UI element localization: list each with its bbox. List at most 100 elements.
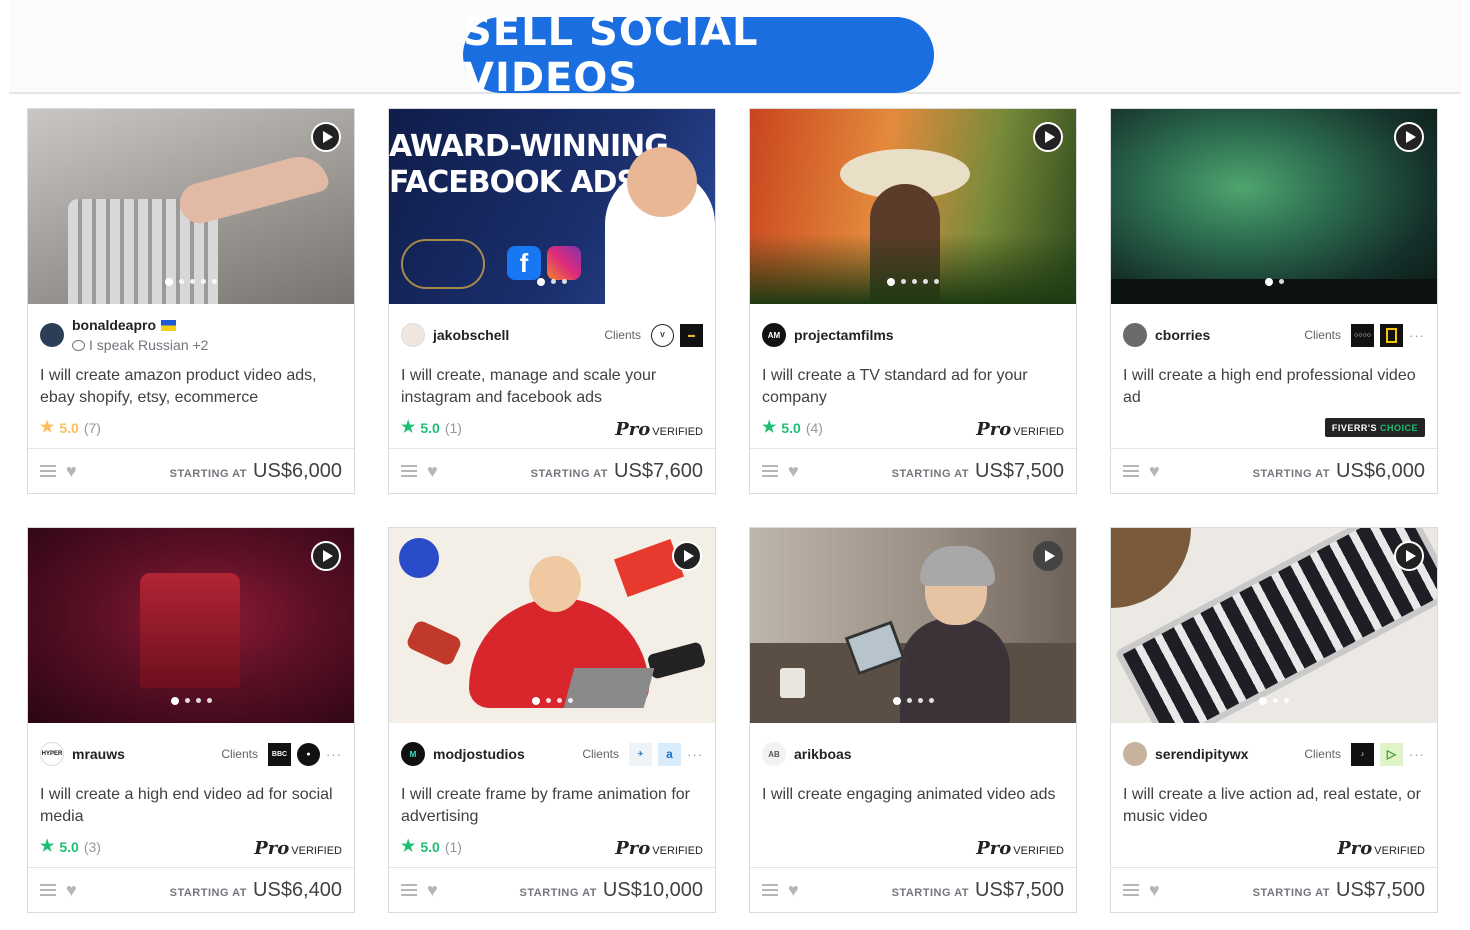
carousel-dots[interactable] [1111,278,1437,286]
carousel-dots[interactable] [28,278,354,286]
gig-title[interactable]: I will create a high end video ad for so… [40,784,342,828]
seller-name[interactable]: modjostudios [433,746,525,762]
heart-icon[interactable]: ♥ [66,462,77,480]
gig-card[interactable]: M modjostudios Clients ✈ a ··· I will cr… [388,527,716,913]
price[interactable]: STARTING AT US$7,600 [531,460,703,483]
gig-card[interactable]: HYPER mrauws Clients BBC ● ··· I will cr… [27,527,355,913]
gig-thumbnail[interactable] [750,528,1076,723]
price[interactable]: STARTING AT US$7,500 [1253,879,1425,902]
price[interactable]: STARTING AT US$6,000 [1253,460,1425,483]
gig-title[interactable]: I will create a live action ad, real est… [1123,784,1425,828]
carousel-dots[interactable] [750,278,1076,286]
gig-thumbnail[interactable] [1111,109,1437,304]
play-icon[interactable] [1394,541,1424,571]
gig-card[interactable]: AWARD-WINNING FACEBOOK ADS f jakobschell… [388,108,716,494]
avatar[interactable]: AB [762,742,786,766]
gig-card[interactable]: cborries Clients ○○○○ ··· I will create … [1110,108,1438,494]
avatar[interactable]: AM [762,323,786,347]
avatar[interactable] [1123,742,1147,766]
play-icon[interactable] [1394,122,1424,152]
gig-card[interactable]: AM projectamfilms I will create a TV sta… [749,108,1077,494]
price[interactable]: STARTING AT US$6,000 [170,460,342,483]
play-icon[interactable] [672,541,702,571]
gig-title[interactable]: I will create engaging animated video ad… [762,784,1064,828]
seller-name[interactable]: arikboas [794,746,852,762]
play-icon[interactable] [311,541,341,571]
illustration-item [399,538,439,578]
gig-title[interactable]: I will create, manage and scale your ins… [401,365,703,409]
gig-thumbnail[interactable] [1111,528,1437,723]
gig-title[interactable]: I will create a TV standard ad for your … [762,365,1064,409]
heart-icon[interactable]: ♥ [1149,462,1160,480]
avatar[interactable] [40,323,64,347]
price[interactable]: STARTING AT US$6,400 [170,879,342,902]
list-icon[interactable] [762,884,778,896]
gig-title[interactable]: I will create a high end professional vi… [1123,365,1425,409]
price[interactable]: STARTING AT US$7,500 [892,879,1064,902]
heart-icon[interactable]: ♥ [788,881,799,899]
list-icon[interactable] [40,465,56,477]
more-icon[interactable]: ··· [687,747,703,762]
card-footer: ♥ STARTING AT US$6,000 [28,448,354,493]
list-icon[interactable] [401,465,417,477]
list-icon[interactable] [762,465,778,477]
list-icon[interactable] [1123,884,1139,896]
hand-image [175,150,331,228]
clients: Clients V ▬ [604,323,703,347]
play-icon[interactable] [1033,122,1063,152]
seller-row: AM projectamfilms [762,319,1064,351]
list-icon[interactable] [1123,465,1139,477]
seller-name[interactable]: mrauws [72,746,125,762]
avatar[interactable] [1123,323,1147,347]
play-icon[interactable] [311,122,341,152]
thumb-headline: AWARD-WINNING [389,129,669,164]
price[interactable]: STARTING AT US$7,500 [892,460,1064,483]
card-footer: ♥ STARTING AT US$7,500 [1111,867,1437,912]
carousel-dots[interactable] [1111,697,1437,705]
gig-title[interactable]: I will create frame by frame animation f… [401,784,703,828]
rating-score: 5.0 [59,420,79,436]
play-icon[interactable] [1033,541,1063,571]
price-amount: US$7,500 [975,878,1064,901]
list-icon[interactable] [401,884,417,896]
avatar[interactable]: M [401,742,425,766]
yamaha-logo-icon: ♪ [1351,742,1374,766]
gig-thumbnail[interactable] [28,109,354,304]
clients-label: Clients [221,747,258,761]
price[interactable]: STARTING AT US$10,000 [520,879,703,902]
character-face-image [529,556,581,612]
starting-at-label: STARTING AT [891,886,970,899]
gig-title[interactable]: I will create amazon product video ads, … [40,365,342,409]
card-footer: ♥ STARTING AT US$10,000 [389,867,715,912]
heart-icon[interactable]: ♥ [66,881,77,899]
seller-name[interactable]: bonaldeapro [72,317,156,333]
carousel-dots[interactable] [389,697,715,705]
avatar[interactable] [401,323,425,347]
carousel-dots[interactable] [28,697,354,705]
list-icon[interactable] [40,884,56,896]
avatar[interactable]: HYPER [40,742,64,766]
gig-card[interactable]: serendipitywx Clients ♪ ▷ ··· I will cre… [1110,527,1438,913]
carousel-dots[interactable] [750,697,1076,705]
seller-name[interactable]: cborries [1155,327,1210,343]
starting-at-label: STARTING AT [1252,886,1331,899]
seller-name[interactable]: projectamfilms [794,327,894,343]
gig-thumbnail[interactable] [750,109,1076,304]
gig-card[interactable]: AB arikboas I will create engaging anima… [749,527,1077,913]
seller-name[interactable]: jakobschell [433,327,509,343]
rating-count: (1) [444,420,462,436]
fiverrs-choice-badge: FIVERR'S CHOICE [1324,418,1425,437]
carousel-dots[interactable] [389,278,715,286]
gig-thumbnail[interactable] [389,528,715,723]
seller-name[interactable]: serendipitywx [1155,746,1248,762]
more-icon[interactable]: ··· [326,747,342,762]
heart-icon[interactable]: ♥ [427,881,438,899]
gig-card[interactable]: bonaldeapro I speak Russian +2 I will cr… [27,108,355,494]
heart-icon[interactable]: ♥ [1149,881,1160,899]
heart-icon[interactable]: ♥ [788,462,799,480]
gig-thumbnail[interactable] [28,528,354,723]
gig-thumbnail[interactable]: AWARD-WINNING FACEBOOK ADS f [389,109,715,304]
more-icon[interactable]: ··· [1409,328,1425,343]
more-icon[interactable]: ··· [1409,747,1425,762]
heart-icon[interactable]: ♥ [427,462,438,480]
